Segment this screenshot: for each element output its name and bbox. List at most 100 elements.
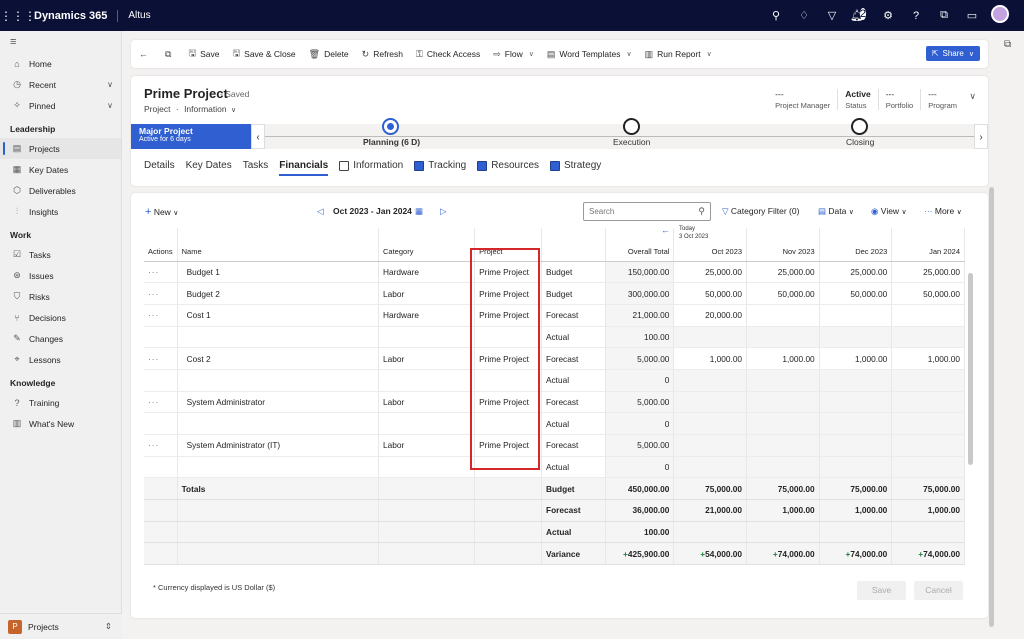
row-actions-menu-icon[interactable] <box>144 369 178 392</box>
row-name[interactable]: Cost 2 <box>177 347 380 370</box>
row-month-value[interactable] <box>819 326 893 349</box>
grid-cancel-button[interactable]: Cancel <box>914 581 963 600</box>
table-row[interactable]: Actual 0 <box>144 369 965 392</box>
grid-scrollbar[interactable] <box>968 273 973 465</box>
flow-button[interactable]: ⇨ Flow ∨ <box>493 49 534 60</box>
row-actions-menu-icon[interactable]: ··· <box>144 282 178 305</box>
row-month-value[interactable] <box>891 434 965 457</box>
row-month-value[interactable] <box>891 304 965 327</box>
row-month-value[interactable]: 1,000.00 <box>673 347 748 370</box>
search-icon[interactable]: ⚲ <box>698 206 705 217</box>
row-name[interactable]: System Administrator (IT) <box>177 434 380 457</box>
row-month-value[interactable] <box>891 456 965 479</box>
grid-save-button[interactable]: Save <box>857 581 906 600</box>
table-row[interactable]: Actual 100.00 <box>144 326 965 349</box>
table-row[interactable]: ··· Cost 2 Labor Prime Project Forecast 5,000… <box>144 347 965 370</box>
row-actions-menu-icon[interactable] <box>144 456 178 479</box>
row-name[interactable]: System Administrator <box>177 391 380 414</box>
nav-deliverables[interactable]: ⬡ Deliverables <box>0 180 121 201</box>
tab-details[interactable]: Details <box>144 160 175 176</box>
row-month-value[interactable] <box>819 456 893 479</box>
col-month[interactable]: Oct 2023 <box>673 228 748 262</box>
row-month-value[interactable] <box>819 412 893 435</box>
row-month-value[interactable] <box>673 434 748 457</box>
app-title[interactable]: Dynamics 365 <box>30 9 119 22</box>
save-button[interactable]: 🖫︎ Save <box>188 46 219 62</box>
prev-range-icon[interactable]: ◁ <box>317 206 324 217</box>
row-month-value[interactable] <box>891 391 965 414</box>
row-month-value[interactable]: 1,000.00 <box>891 347 965 370</box>
stage-planning-label[interactable]: Planning (6 D) <box>363 137 420 147</box>
delete-button[interactable]: 🗑︎ Delete <box>309 49 349 60</box>
table-row[interactable]: ··· Cost 1 Hardware Prime Project Forecast 21… <box>144 304 965 327</box>
active-process-stage[interactable]: Major Project Active for 6 days <box>131 124 251 149</box>
row-month-value[interactable] <box>819 304 893 327</box>
row-actions-menu-icon[interactable]: ··· <box>144 347 178 370</box>
row-month-value[interactable]: 25,000.00 <box>891 261 965 284</box>
row-month-value[interactable]: 1,000.00 <box>819 347 893 370</box>
table-row[interactable]: ··· System Administrator Labor Prime Projec… <box>144 391 965 414</box>
nav-projects[interactable]: ▤ Projects <box>0 138 121 159</box>
row-month-value[interactable] <box>819 434 893 457</box>
bpf-prev-button[interactable]: ‹ <box>251 124 265 149</box>
header-field-project-manager[interactable]: --- Project Manager <box>768 89 837 110</box>
col-month[interactable]: Nov 2023 <box>746 228 820 262</box>
col-month[interactable]: Jan 2024 <box>891 228 965 262</box>
row-name[interactable] <box>177 456 380 479</box>
row-actions-menu-icon[interactable]: ··· <box>144 261 178 284</box>
table-row[interactable]: ··· System Administrator (IT) Labor Prime P… <box>144 434 965 457</box>
nav-lessons[interactable]: ⌖ Lessons <box>0 349 121 370</box>
row-month-value[interactable] <box>673 456 748 479</box>
row-month-value[interactable] <box>673 391 748 414</box>
row-month-value[interactable] <box>891 412 965 435</box>
category-filter-button[interactable]: ▽ Category Filter (0) <box>722 206 799 217</box>
row-month-value[interactable]: 25,000.00 <box>819 261 893 284</box>
grid-search-input[interactable]: Search ⚲ <box>583 202 711 221</box>
expand-header-icon[interactable]: ∨ <box>969 91 976 102</box>
col-month[interactable]: Dec 2023 <box>819 228 893 262</box>
header-field-status[interactable]: Active Status <box>837 89 878 110</box>
header-field-portfolio[interactable]: --- Portfolio <box>877 89 921 110</box>
stage-execution-circle[interactable] <box>623 118 640 135</box>
data-menu-button[interactable]: ▤ Data ∨ <box>818 206 854 217</box>
row-month-value[interactable]: 50,000.00 <box>891 282 965 305</box>
tab-strategy[interactable]: Strategy <box>550 160 601 176</box>
col-name[interactable]: Name <box>177 228 380 262</box>
nav-insights[interactable]: ⫶ Insights <box>0 201 121 222</box>
row-month-value[interactable] <box>746 304 820 327</box>
filter-icon[interactable]: ▽ <box>818 9 846 22</box>
save-close-button[interactable]: 🖫︎ Save & Close <box>232 46 295 62</box>
row-month-value[interactable]: 50,000.00 <box>746 282 820 305</box>
nav-issues[interactable]: ⊛ Issues <box>0 265 121 286</box>
row-actions-menu-icon[interactable]: ··· <box>144 434 178 457</box>
nav-risks[interactable]: ⛉ Risks <box>0 286 121 307</box>
nav-training[interactable]: ? Training <box>0 392 121 413</box>
help-icon[interactable]: ? <box>902 10 930 22</box>
row-name[interactable] <box>177 326 380 349</box>
tab-resources[interactable]: Resources <box>477 160 539 176</box>
table-row[interactable]: Actual 0 <box>144 412 965 435</box>
bpf-next-button[interactable]: › <box>974 124 988 149</box>
row-month-value[interactable] <box>746 391 820 414</box>
tab-tasks[interactable]: Tasks <box>243 160 269 176</box>
form-selector[interactable]: Information <box>184 104 227 114</box>
open-new-window-button[interactable]: ⧉ <box>165 49 175 60</box>
table-row[interactable]: ··· Budget 1 Hardware Prime Project Budget 15… <box>144 261 965 284</box>
tab-financials[interactable]: Financials <box>279 160 328 176</box>
header-field-program[interactable]: --- Program <box>920 89 964 110</box>
row-actions-menu-icon[interactable] <box>144 326 178 349</box>
nav-pinned[interactable]: ✧ Pinned ∨ <box>0 95 121 116</box>
row-month-value[interactable] <box>746 456 820 479</box>
environment-name[interactable]: Altus <box>118 10 150 21</box>
row-name[interactable]: Budget 1 <box>177 261 380 284</box>
nav-recent[interactable]: ◷ Recent ∨ <box>0 74 121 95</box>
user-avatar[interactable] <box>986 5 1014 26</box>
assist-icon[interactable]: ⧉ <box>930 9 958 22</box>
back-button[interactable]: ← <box>139 49 152 59</box>
area-switcher[interactable]: P Projects ⇕ <box>0 613 122 639</box>
word-templates-button[interactable]: ▤ Word Templates ∨ <box>547 49 632 60</box>
row-actions-menu-icon[interactable]: ··· <box>144 391 178 414</box>
row-name[interactable]: Budget 2 <box>177 282 380 305</box>
run-report-button[interactable]: ▥ Run Report ∨ <box>645 49 712 60</box>
row-month-value[interactable] <box>891 326 965 349</box>
